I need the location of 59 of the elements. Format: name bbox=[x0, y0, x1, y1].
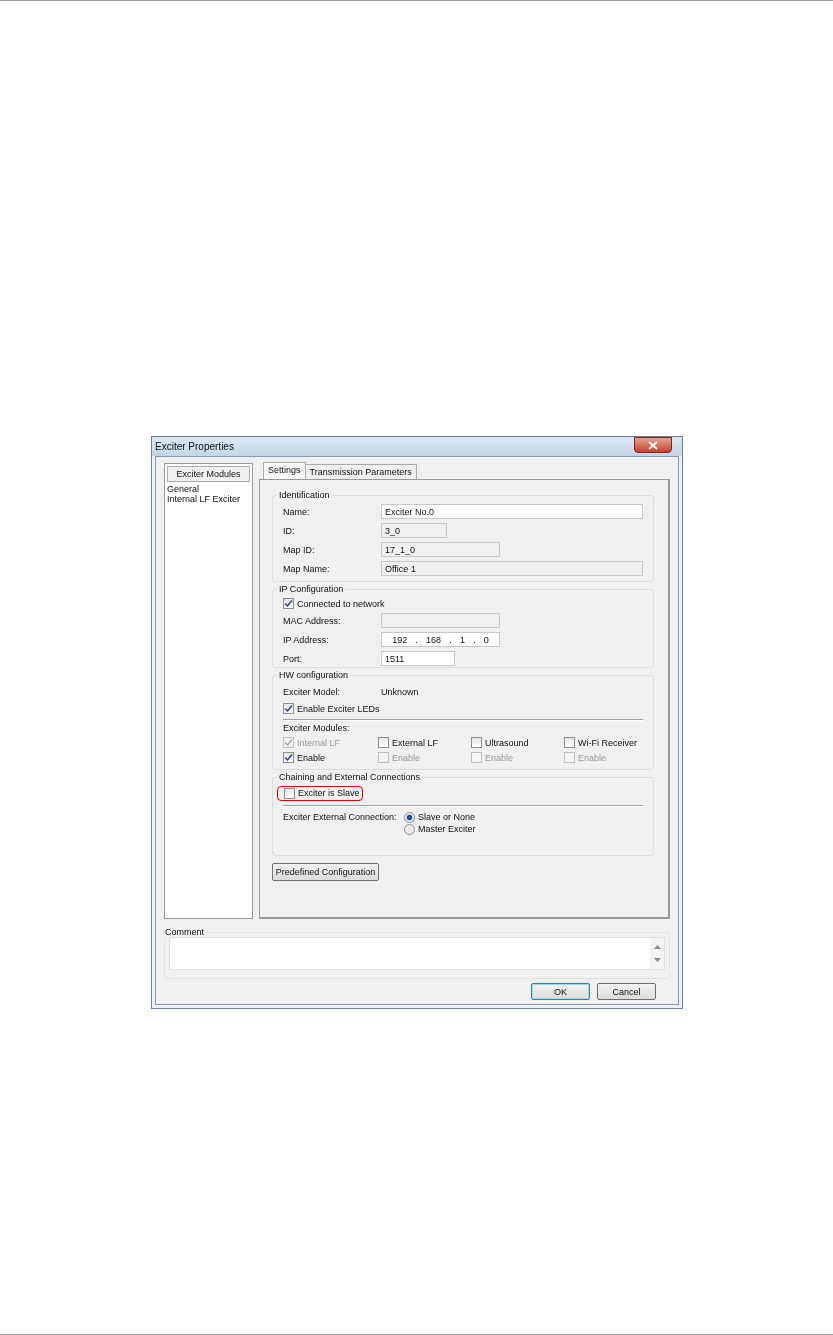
checkbox-label: External LF bbox=[392, 737, 439, 748]
field-label: Map Name: bbox=[283, 563, 331, 574]
ip-octet: 1 bbox=[459, 634, 465, 645]
checkbox[interactable] bbox=[471, 737, 482, 748]
radio-button[interactable] bbox=[404, 811, 415, 823]
field-label: Name: bbox=[283, 506, 311, 517]
scrollbar[interactable] bbox=[650, 938, 664, 969]
group-title: Identification bbox=[278, 490, 331, 500]
radio-label: Slave or None bbox=[418, 812, 476, 822]
dialog-button[interactable]: Cancel bbox=[597, 983, 656, 1000]
checkbox[interactable] bbox=[283, 598, 294, 609]
checkbox[interactable] bbox=[284, 787, 295, 799]
checkbox-label: Ultrasound bbox=[485, 737, 529, 748]
checkbox-label: Wi-Fi Receiver bbox=[578, 737, 637, 748]
group-title: HW configuration bbox=[278, 670, 350, 680]
checkbox-label: Exciter is Slave bbox=[298, 788, 360, 798]
checkbox[interactable] bbox=[564, 737, 575, 748]
group-title: IP Configuration bbox=[278, 584, 345, 594]
radio-label: Master Exciter bbox=[418, 824, 476, 834]
checkbox-label: Connected to network bbox=[297, 598, 385, 609]
radio-button[interactable] bbox=[404, 823, 415, 835]
field-label: Port: bbox=[283, 653, 303, 664]
checkbox-label: Enable bbox=[485, 752, 514, 763]
scroll-up-icon[interactable] bbox=[653, 944, 661, 949]
group-title: Comment bbox=[164, 927, 205, 937]
ip-octet: 0 bbox=[483, 634, 489, 645]
checkbox-label: Enable bbox=[578, 752, 607, 763]
window-title: Exciter Properties bbox=[155, 441, 234, 452]
dialog-button[interactable]: OK bbox=[531, 983, 590, 1000]
list-item[interactable]: Internal LF Exciter bbox=[165, 494, 252, 504]
field-label: Exciter Model: bbox=[283, 686, 342, 697]
tab[interactable]: Transmission Parameters bbox=[304, 464, 417, 479]
text-field[interactable]: 1511 bbox=[381, 651, 455, 666]
ip-address-field[interactable]: 192 168 1 0 bbox=[381, 632, 500, 647]
field-label: ID: bbox=[283, 525, 296, 536]
scroll-down-icon[interactable] bbox=[653, 958, 661, 963]
text-field[interactable]: Exciter No.0 bbox=[381, 504, 643, 519]
close-icon bbox=[648, 440, 658, 450]
checkbox-label: Enable Exciter LEDs bbox=[297, 703, 380, 714]
list-header: Exciter Modules bbox=[167, 466, 250, 482]
list-item[interactable]: General bbox=[165, 484, 252, 494]
ip-octet: 168 bbox=[426, 634, 442, 645]
field-label: Map ID: bbox=[283, 544, 316, 555]
ip-octet: 192 bbox=[392, 634, 408, 645]
predefined-configuration-button[interactable]: Predefined Configuration bbox=[272, 863, 379, 881]
comment-field[interactable] bbox=[169, 937, 665, 970]
model-value: Unknown bbox=[381, 686, 419, 697]
field-label: MAC Address: bbox=[283, 615, 342, 626]
group-title: Chaining and External Connections bbox=[278, 772, 422, 782]
section-label: Exciter Modules: bbox=[283, 723, 351, 735]
tab[interactable]: Settings bbox=[263, 462, 306, 479]
checkbox-label: Enable bbox=[297, 752, 326, 763]
checkbox[interactable] bbox=[378, 737, 389, 748]
checkbox-label: Internal LF bbox=[297, 737, 341, 748]
checkbox[interactable] bbox=[283, 703, 294, 714]
field-label: IP Address: bbox=[283, 634, 330, 645]
close-button[interactable] bbox=[634, 437, 672, 453]
field-label: Exciter External Connection: bbox=[283, 812, 398, 824]
checkbox-label: Enable bbox=[392, 752, 421, 763]
